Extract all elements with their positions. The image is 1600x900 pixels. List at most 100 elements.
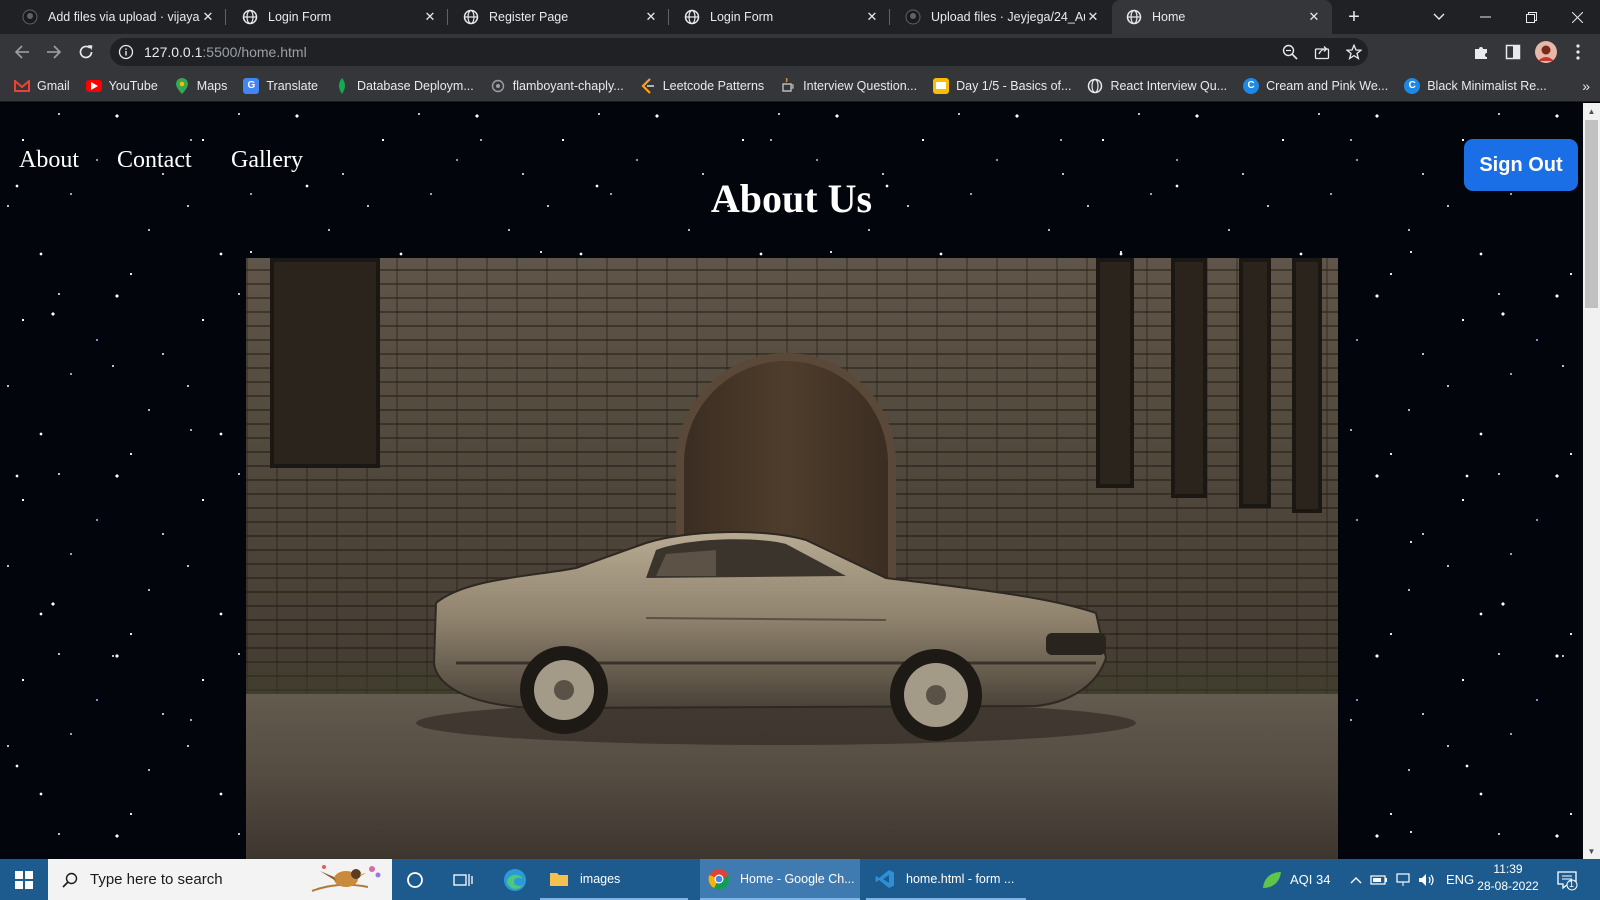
bookmark-label: flamboyant-chaply...: [512, 78, 624, 93]
bookmark-day1[interactable]: Day 1/5 - Basics of...: [933, 77, 1071, 94]
car-illustration: [416, 531, 1136, 745]
address-bar[interactable]: 127.0.0.1:5500/home.html: [110, 38, 1368, 66]
share-icon[interactable]: [1308, 38, 1336, 66]
nav-link-gallery[interactable]: Gallery: [231, 147, 303, 174]
battery-icon[interactable]: [1370, 859, 1388, 900]
bookmark-label: Translate: [266, 78, 319, 93]
windows-start-icon[interactable]: [0, 859, 48, 900]
notifications-icon[interactable]: 1: [1556, 859, 1578, 900]
zoom-icon[interactable]: [1276, 38, 1304, 66]
back-arrow-icon[interactable]: [8, 38, 36, 66]
clock-time: 11:39: [1493, 862, 1523, 876]
tab-5[interactable]: Upload files · Jeyjega/24_Aug ✕: [891, 0, 1111, 34]
extensions-puzzle-icon[interactable]: [1467, 38, 1495, 66]
url-host: 127.0.0.1: [144, 44, 203, 60]
vscode-icon: [874, 868, 896, 890]
tab-3[interactable]: Register Page ✕: [449, 0, 669, 34]
network-icon[interactable]: [1395, 859, 1411, 900]
close-window-icon[interactable]: [1554, 0, 1600, 34]
close-tab-icon[interactable]: ✕: [864, 9, 880, 25]
folder-icon: [548, 868, 570, 890]
close-tab-icon[interactable]: ✕: [422, 9, 438, 25]
globe-icon: [242, 9, 258, 25]
close-tab-icon[interactable]: ✕: [1306, 9, 1322, 25]
tab-1[interactable]: Add files via upload · vijayakum ✕: [8, 0, 226, 34]
bookmark-interview[interactable]: Interview Question...: [780, 77, 917, 94]
taskbar-search-box[interactable]: Type here to search: [48, 859, 392, 900]
browser-toolbar: 127.0.0.1:5500/home.html: [0, 34, 1600, 70]
bookmark-label: React Interview Qu...: [1110, 78, 1228, 93]
nav-link-contact[interactable]: Contact: [117, 147, 192, 174]
site-info-icon[interactable]: [112, 38, 140, 66]
tab-6-active[interactable]: Home ✕: [1112, 0, 1332, 34]
minimize-icon[interactable]: [1462, 0, 1508, 34]
canva-icon: C: [1243, 77, 1260, 94]
tab-4[interactable]: Login Form ✕: [670, 0, 890, 34]
bookmarks-overflow-button[interactable]: »: [1582, 70, 1590, 102]
tab-search-chevron-icon[interactable]: [1416, 0, 1462, 34]
bookmark-gmail[interactable]: Gmail: [14, 78, 70, 94]
globe-icon: [463, 9, 479, 25]
close-tab-icon[interactable]: ✕: [200, 9, 216, 25]
taskbar-app-label: Home - Google Ch...: [740, 871, 855, 886]
hero-image: [246, 258, 1338, 859]
bookmark-translate[interactable]: G Translate: [243, 77, 319, 94]
new-tab-button[interactable]: +: [1340, 0, 1368, 34]
search-icon: [62, 872, 78, 888]
nav-link-about[interactable]: About: [19, 147, 79, 174]
close-tab-icon[interactable]: ✕: [643, 9, 659, 25]
tab-title: Add files via upload · vijayakum: [48, 10, 200, 24]
bookmarks-bar: Gmail YouTube Maps G Translate Database D…: [0, 70, 1600, 102]
bookmark-react[interactable]: React Interview Qu...: [1087, 78, 1227, 94]
show-hidden-icons-chevron-icon[interactable]: [1350, 859, 1362, 900]
tab-title: Login Form: [268, 10, 332, 24]
bookmark-youtube[interactable]: YouTube: [85, 79, 158, 93]
page-heading: About Us: [710, 176, 873, 221]
tab-title: Upload files · Jeyjega/24_Aug: [931, 10, 1085, 24]
forward-arrow-icon[interactable]: [40, 38, 68, 66]
bookmark-leetcode[interactable]: Leetcode Patterns: [640, 77, 765, 94]
bookmark-label: Gmail: [37, 78, 70, 93]
web-icon: [490, 78, 506, 94]
windows-taskbar: Type here to search images Home - Google…: [0, 859, 1600, 900]
profile-avatar[interactable]: [1532, 38, 1560, 66]
tab-strip: Add files via upload · vijayakum ✕ Login…: [0, 0, 1600, 34]
volume-icon[interactable]: [1418, 859, 1436, 900]
bookmark-black-minimalist[interactable]: C Black Minimalist Re...: [1404, 77, 1547, 94]
restore-icon[interactable]: [1508, 0, 1554, 34]
cortana-icon[interactable]: [392, 859, 438, 900]
bookmark-database[interactable]: Database Deploym...: [334, 77, 474, 94]
tab-2[interactable]: Login Form ✕: [228, 0, 448, 34]
side-panel-icon[interactable]: [1499, 38, 1527, 66]
translate-icon: G: [243, 77, 260, 94]
menu-kebab-icon[interactable]: [1564, 38, 1592, 66]
cup-icon: [780, 77, 796, 94]
bookmark-star-icon[interactable]: [1340, 38, 1368, 66]
scroll-down-arrow-icon[interactable]: ▼: [1583, 843, 1600, 859]
edge-icon[interactable]: [492, 859, 538, 900]
scroll-up-arrow-icon[interactable]: ▲: [1583, 103, 1600, 119]
reload-icon[interactable]: [72, 38, 100, 66]
canva-icon: C: [1404, 77, 1421, 94]
leaf-icon: [334, 77, 350, 94]
bookmark-maps[interactable]: Maps: [174, 77, 227, 94]
system-clock[interactable]: 11:39 28-08-2022: [1470, 861, 1546, 895]
bookmark-flamboyant[interactable]: flamboyant-chaply...: [490, 78, 624, 94]
leetcode-icon: [640, 77, 656, 94]
bookmark-label: Database Deploym...: [357, 78, 474, 93]
chrome-icon: [708, 868, 730, 890]
taskbar-app-images[interactable]: images: [540, 859, 688, 900]
page-scrollbar[interactable]: ▲ ▼: [1583, 103, 1600, 859]
task-view-icon[interactable]: [440, 859, 486, 900]
aqi-widget[interactable]: AQI 34: [1262, 859, 1330, 900]
taskbar-app-vscode[interactable]: home.html - form ...: [866, 859, 1026, 900]
bookmark-label: Leetcode Patterns: [662, 78, 765, 93]
bookmark-cream-pink[interactable]: C Cream and Pink We...: [1243, 77, 1388, 94]
tab-title: Home: [1152, 10, 1186, 24]
close-tab-icon[interactable]: ✕: [1085, 9, 1101, 25]
scrollbar-thumb[interactable]: [1585, 120, 1598, 308]
search-placeholder: Type here to search: [90, 871, 223, 888]
taskbar-app-label: images: [580, 871, 621, 886]
youtube-icon: [85, 79, 102, 92]
taskbar-app-chrome[interactable]: Home - Google Ch...: [700, 859, 860, 900]
